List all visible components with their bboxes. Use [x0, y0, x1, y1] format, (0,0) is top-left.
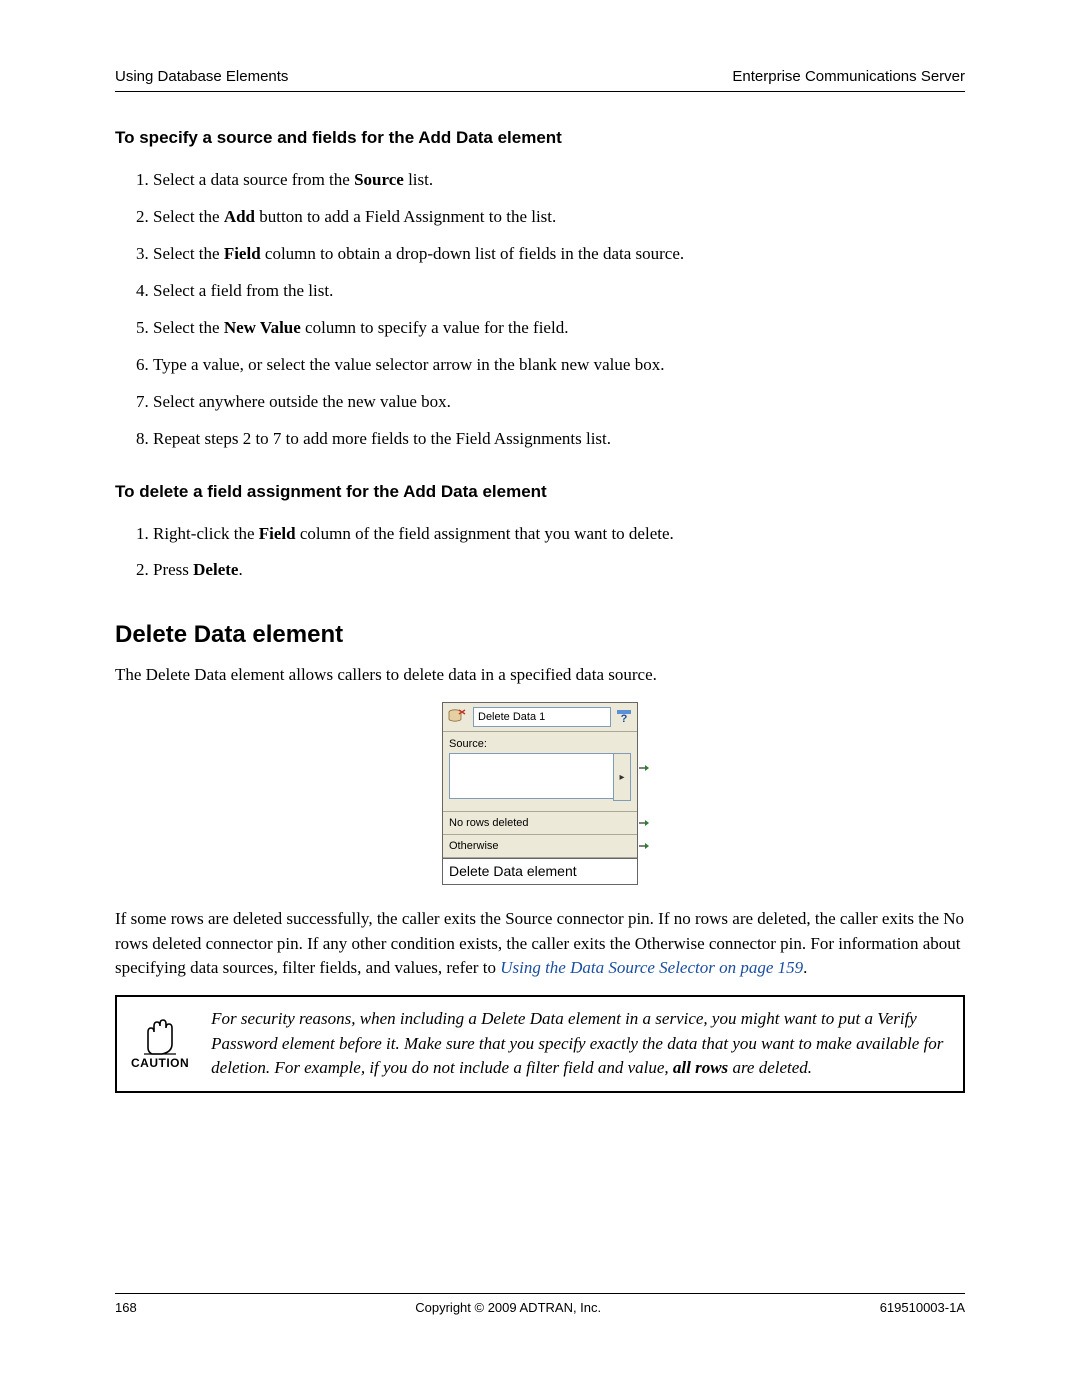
intro-paragraph: The Delete Data element allows callers t… — [115, 663, 965, 688]
caution-text: For security reasons, when including a D… — [211, 1007, 949, 1081]
source-label: Source: — [449, 738, 631, 750]
connector-pin-source[interactable] — [639, 764, 649, 772]
row-otherwise: Otherwise — [443, 835, 637, 858]
caution-hand-icon — [138, 1018, 182, 1056]
connector-pin-no-rows[interactable] — [639, 819, 649, 827]
svg-text:?: ? — [621, 713, 628, 724]
list-item: Select anywhere outside the new value bo… — [153, 384, 965, 421]
link-data-source-selector[interactable]: Using the Data Source Selector on page 1… — [500, 958, 803, 977]
list-item: Select the Field column to obtain a drop… — [153, 236, 965, 273]
element-title-row: Delete Data 1 ? — [443, 703, 637, 732]
list-item: Select a data source from the Source lis… — [153, 162, 965, 199]
page-header: Using Database Elements Enterprise Commu… — [115, 68, 965, 92]
list-item: Press Delete. — [153, 552, 965, 589]
footer-copyright: Copyright © 2009 ADTRAN, Inc. — [415, 1300, 601, 1315]
row-no-rows-deleted: No rows deleted — [443, 812, 637, 835]
list-item: Repeat steps 2 to 7 to add more fields t… — [153, 421, 965, 458]
section-1-steps: Select a data source from the Source lis… — [115, 162, 965, 458]
caution-box: CAUTION For security reasons, when inclu… — [115, 995, 965, 1093]
help-icon[interactable]: ? — [617, 710, 631, 724]
heading-delete-data: Delete Data element — [115, 621, 965, 649]
database-icon — [447, 708, 467, 726]
connector-pin-otherwise[interactable] — [639, 842, 649, 850]
chevron-right-icon: ▸ — [619, 772, 624, 783]
list-item: Right-click the Field column of the fiel… — [153, 516, 965, 553]
source-dropdown-button[interactable]: ▸ — [613, 753, 631, 801]
list-item: Type a value, or select the value select… — [153, 347, 965, 384]
list-item: Select the New Value column to specify a… — [153, 310, 965, 347]
figure-caption: Delete Data element — [443, 858, 637, 884]
section-2-title: To delete a field assignment for the Add… — [115, 482, 965, 502]
section-1-title: To specify a source and fields for the A… — [115, 128, 965, 148]
page-footer: 168 Copyright © 2009 ADTRAN, Inc. 619510… — [115, 1293, 965, 1315]
element-box: Delete Data 1 ? Source: ▸ N — [442, 702, 638, 885]
paragraph-connector-description: If some rows are deleted successfully, t… — [115, 907, 965, 981]
header-left: Using Database Elements — [115, 68, 288, 85]
footer-page-number: 168 — [115, 1300, 137, 1315]
header-right: Enterprise Communications Server — [732, 68, 965, 85]
list-item: Select a field from the list. — [153, 273, 965, 310]
footer-doc-id: 619510003-1A — [880, 1300, 965, 1315]
list-item: Select the Add button to add a Field Ass… — [153, 199, 965, 236]
caution-label: CAUTION — [131, 1056, 189, 1070]
source-input[interactable] — [449, 753, 613, 799]
figure-delete-data-element: Delete Data 1 ? Source: ▸ N — [115, 702, 965, 885]
element-title-input[interactable]: Delete Data 1 — [473, 707, 611, 727]
section-2-steps: Right-click the Field column of the fiel… — [115, 516, 965, 590]
